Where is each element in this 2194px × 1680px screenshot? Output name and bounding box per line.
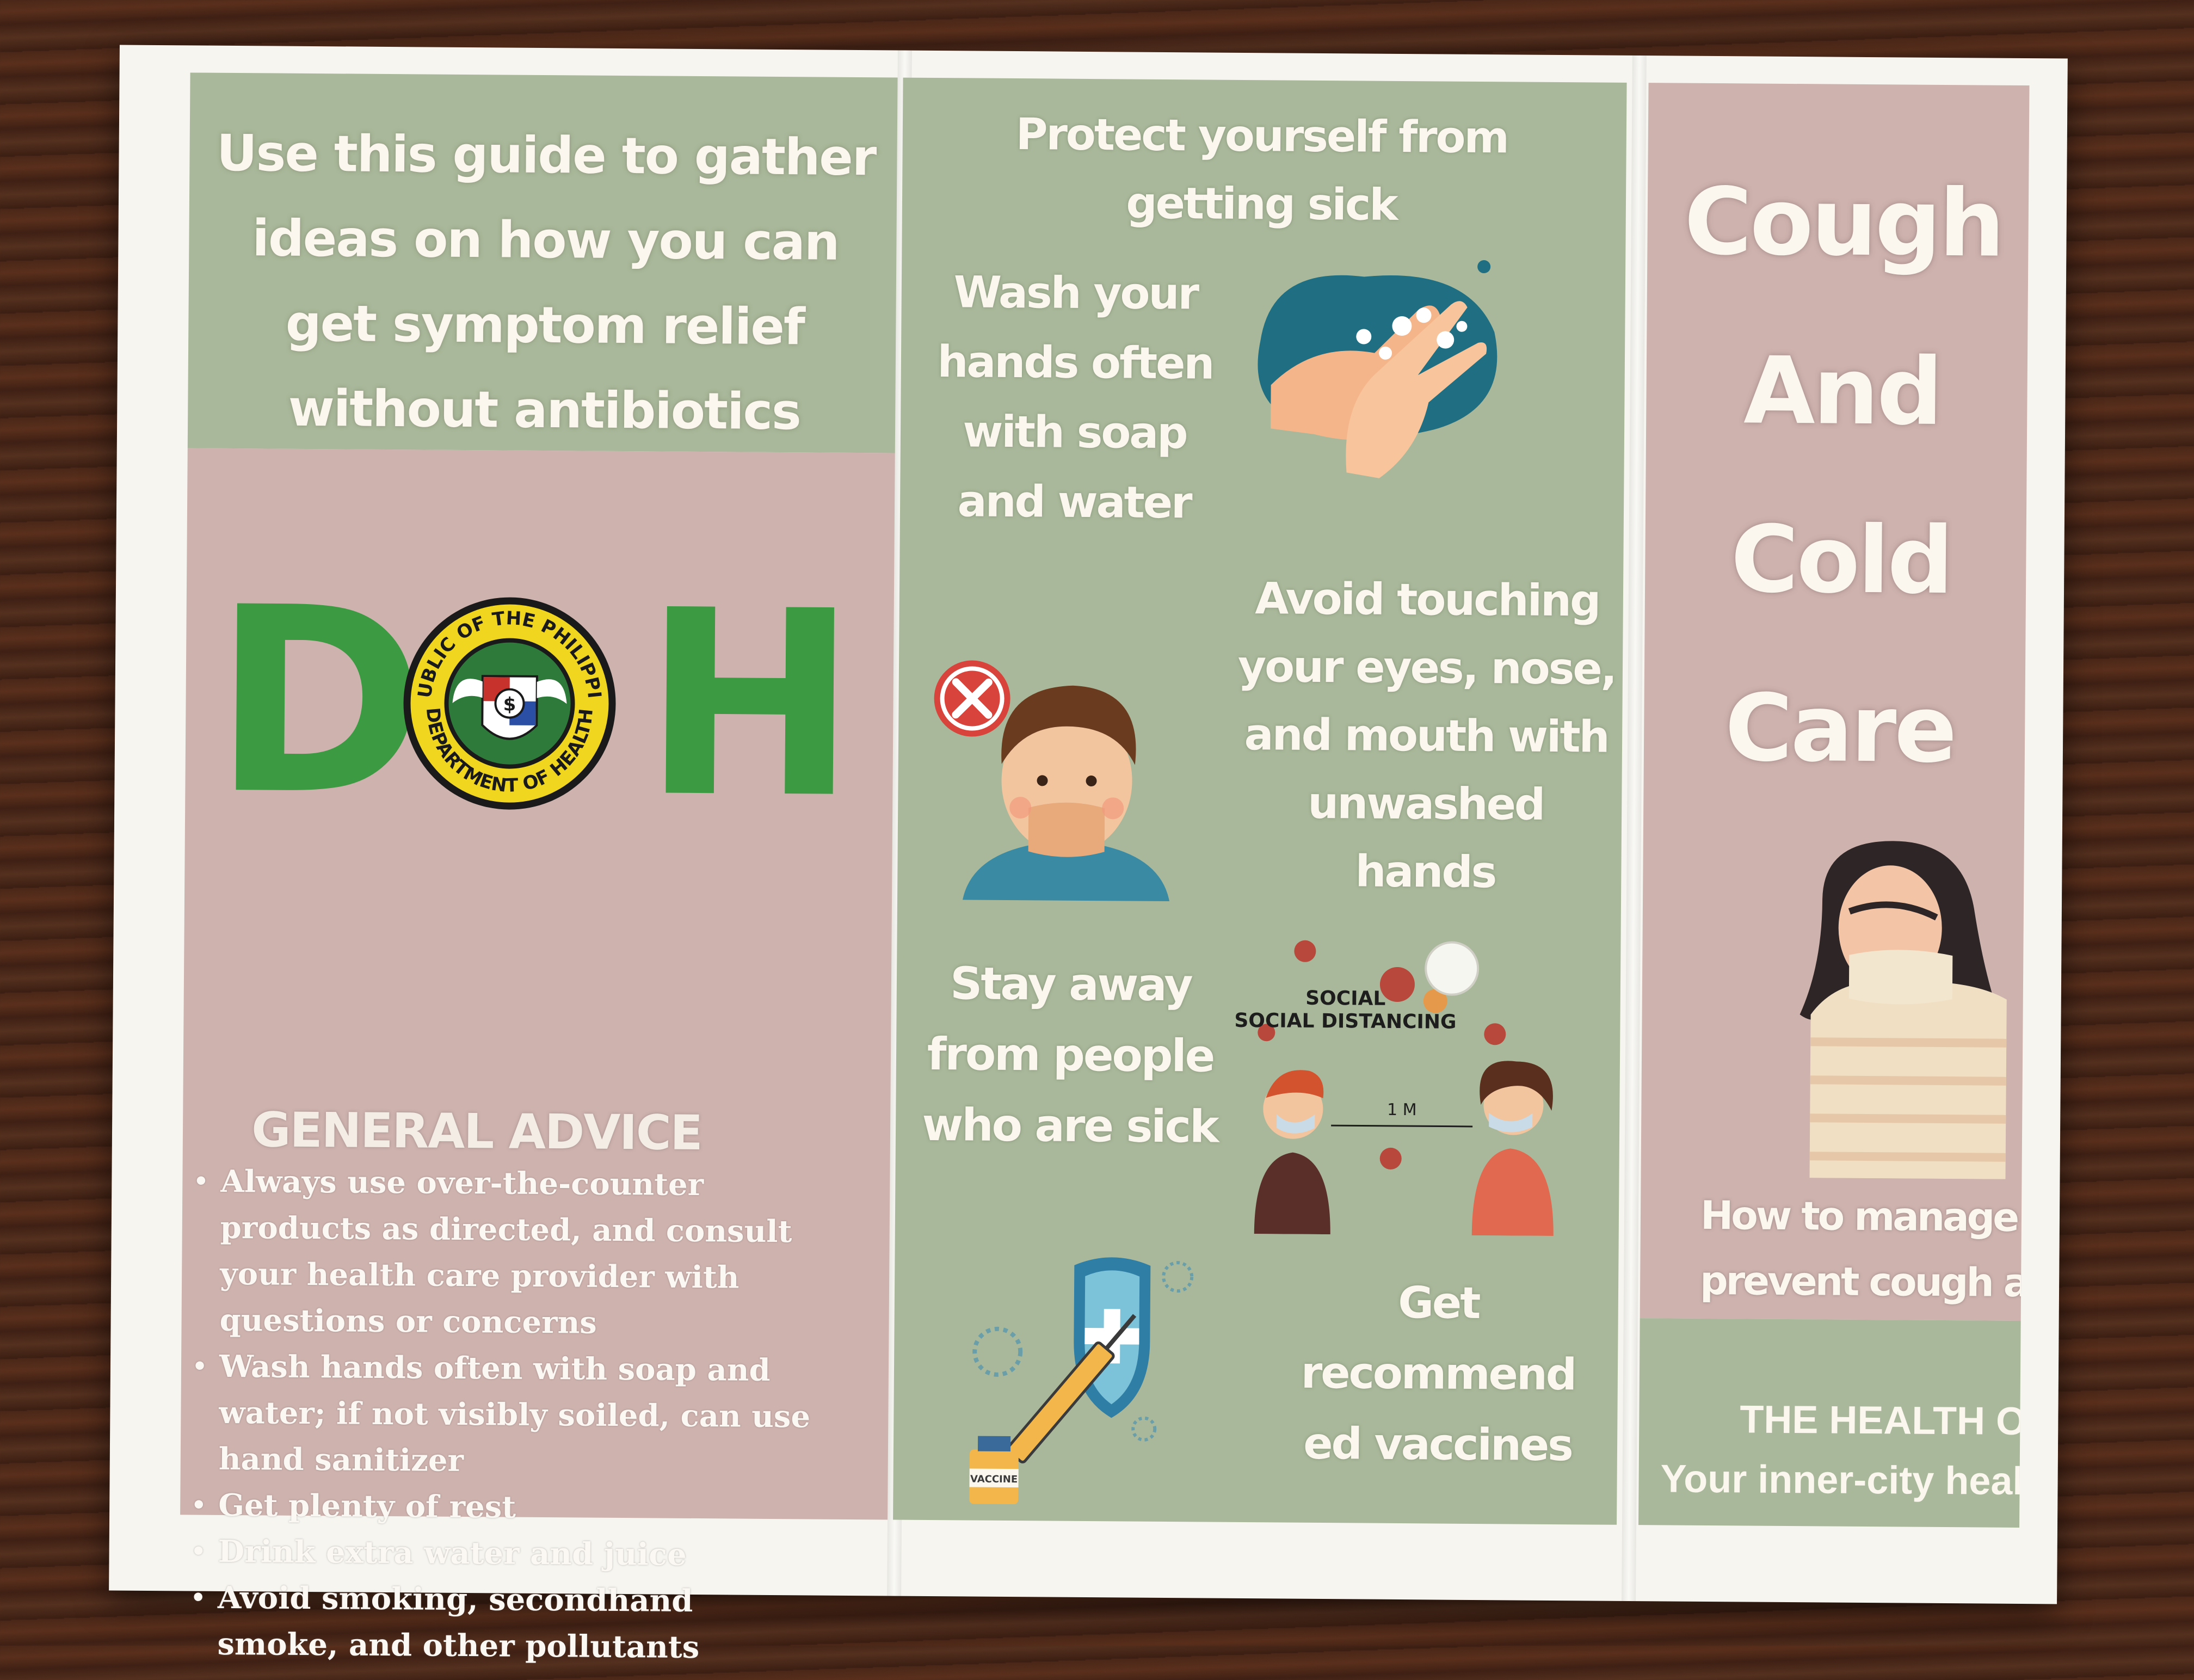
brochure-paper: Use this guide to gather ideas on how yo… [109, 45, 2068, 1665]
right-panel: Cough And Cold Care How to manage preven… [1638, 83, 2030, 1528]
middle-panel: Protect yourself from getting sick Wash … [893, 77, 1627, 1525]
office-tagline: Your inner-city health c [1660, 1457, 2030, 1504]
doh-seal-icon: REPUBLIC OF THE PHILIPPINES DEPARTMENT O… [400, 594, 616, 810]
advice-item: Drink extra water and juice [190, 1529, 811, 1579]
advice-item: Get plenty of rest [191, 1482, 812, 1533]
social-distancing-label: SOCIAL DISTANCING [1234, 1010, 1456, 1033]
intro-text: Use this guide to gather ideas on how yo… [216, 124, 876, 441]
tip-avoid-touching: Avoid touching your eyes, nose, and mout… [1237, 573, 1616, 898]
doh-logo: D H REPUBLIC OF THE PHILIPPINES DEPARTME… [212, 552, 858, 854]
general-advice-title: GENERAL ADVICE [251, 1101, 702, 1161]
advice-item: Always use over-the-counter products as … [192, 1159, 813, 1348]
logo-letter-d: D [212, 552, 427, 852]
protect-title: Protect yourself from getting sick [1015, 109, 1508, 230]
hand-washing-icon [1258, 260, 1497, 478]
vaccine-icon: VACCINE [969, 1257, 1194, 1505]
distance-label: 1 M [1387, 1100, 1417, 1119]
advice-item: Avoid smoking, secondhand smoke, and oth… [190, 1575, 811, 1672]
svg-text:SOCIAL: SOCIAL [1305, 987, 1385, 1010]
svg-text:$: $ [503, 693, 516, 715]
office-info: THE HEALTH OFFICE Your inner-city health… [1660, 1389, 2029, 1512]
left-panel: Use this guide to gather ideas on how yo… [180, 72, 898, 1665]
tip-wash-hands: Wash your hands often with soap and wate… [937, 267, 1213, 528]
tip-vaccines: Get recommend ed vaccines [1301, 1277, 1576, 1471]
office-clip: THE HEALTH OFFICE Your inner-city health… [1638, 83, 2029, 1528]
avoid-face-touch-icon [934, 660, 1170, 902]
social-distancing-icon: SOCIAL SOCIAL DISTANCING 1 M [1234, 940, 1554, 1236]
tip-stay-away: Stay away from people who are sick [922, 958, 1218, 1153]
logo-letter-h: H [642, 555, 858, 855]
intro-banner: Use this guide to gather ideas on how yo… [187, 72, 898, 453]
advice-item: Wash hands often with soap and water; if… [192, 1344, 813, 1487]
advice-list: Always use over-the-counter products as … [190, 1159, 813, 1672]
advice-section: D H REPUBLIC OF THE PHILIPPINES DEPARTME… [180, 448, 895, 1665]
vaccine-label: VACCINE [970, 1474, 1018, 1486]
office-name: THE HEALTH OFFICE [1740, 1398, 2030, 1444]
